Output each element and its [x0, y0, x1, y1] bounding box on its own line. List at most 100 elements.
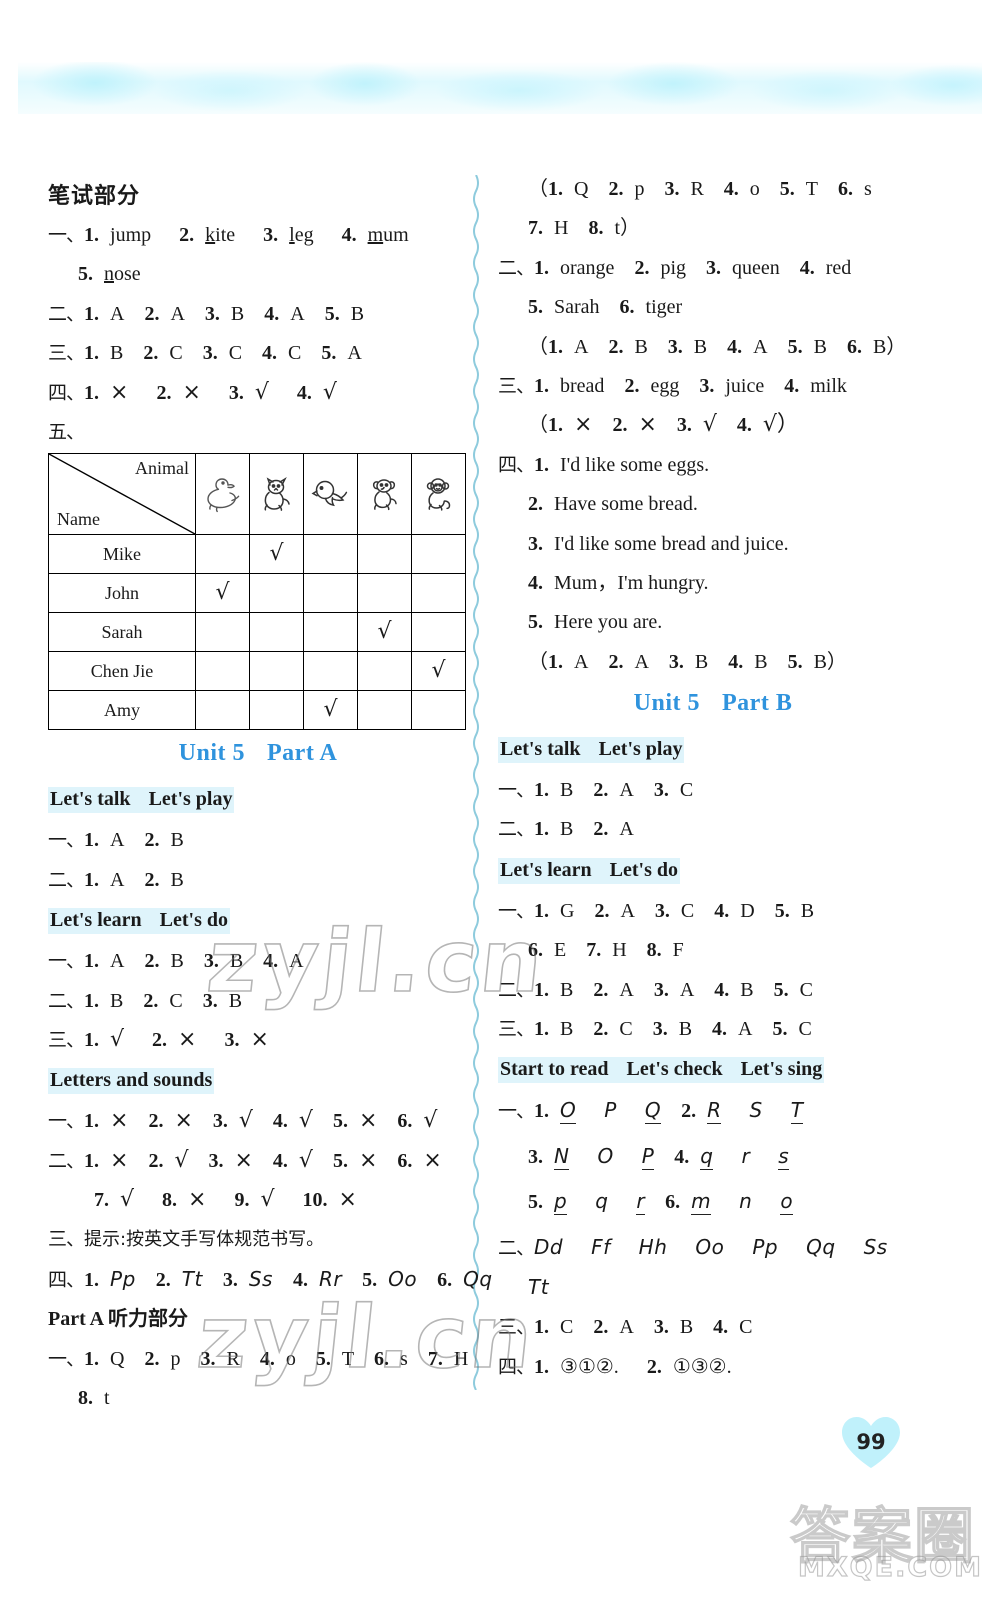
item-number: 7.	[528, 217, 543, 240]
question-label: 一、	[48, 950, 85, 973]
item-answer: Tt	[181, 1266, 203, 1291]
item-answer: B）	[872, 335, 907, 358]
item-number: 3.	[676, 414, 692, 437]
item-answer: A	[620, 899, 635, 922]
item-number: 2.	[608, 178, 624, 200]
item-number: 5.	[528, 611, 543, 634]
item-number: 4.	[259, 1347, 275, 1370]
item-number: 3.	[653, 1316, 669, 1339]
letter-answer: O	[597, 1143, 614, 1168]
sentence-line: 2. Have some bread.	[498, 493, 928, 515]
item-number: 1.	[534, 374, 550, 397]
question-label: 二、	[48, 302, 85, 325]
item-answer: C	[619, 1018, 633, 1041]
item-answer: Pp	[110, 1266, 136, 1291]
item-answer: leg	[289, 224, 314, 246]
item-answer: √	[423, 1108, 438, 1134]
item-number: 5.	[787, 335, 803, 358]
item-number: 5.	[315, 1347, 331, 1370]
item-answer: A	[170, 302, 185, 325]
question-label: 三、	[48, 1228, 85, 1251]
item-answer: C	[228, 342, 243, 365]
item-number: 4.	[264, 302, 280, 325]
item-number: 5.	[332, 1110, 348, 1133]
table-row: Amy √	[48, 690, 466, 731]
item-number: 7.	[586, 939, 602, 962]
item-number: 4.	[263, 950, 279, 973]
item-number: 1.	[534, 1018, 550, 1041]
item-answer: ×	[178, 1026, 197, 1052]
check-cell	[303, 573, 358, 614]
item-answer: p	[634, 178, 645, 200]
item-number: 1.	[84, 381, 100, 404]
item-number: 4.	[736, 414, 752, 437]
check-mark: √	[431, 658, 446, 684]
answer-line-2: 二、1. A 2. A 3. B 4. A 5. B	[48, 303, 468, 325]
question-label: 四、	[48, 381, 85, 404]
letter-pair: Qq	[806, 1234, 836, 1259]
question-label: 三、	[48, 342, 85, 365]
item-number: 3.	[528, 532, 543, 555]
item-number: 1.	[534, 779, 550, 802]
item-answer: B	[560, 818, 574, 841]
check-cell	[303, 534, 358, 575]
letter-answer: n	[739, 1189, 753, 1214]
item-answer: A	[738, 1018, 753, 1041]
check-cell	[249, 573, 304, 614]
item-answer: egg	[650, 374, 680, 397]
item-number: 7.	[94, 1189, 109, 1212]
item-number: 3.	[706, 256, 721, 279]
item-number: 6.	[838, 178, 854, 200]
question-label: 二、	[498, 1236, 535, 1259]
item-number: 2.	[179, 224, 195, 246]
item-answer: ×	[234, 1147, 253, 1173]
item-number: 2.	[646, 1355, 662, 1378]
question-label: 三、	[48, 1028, 85, 1051]
item-number: 6.	[846, 335, 862, 358]
item-number: 4.	[674, 1145, 690, 1168]
item-answer: A	[110, 950, 125, 973]
item-number: 1.	[84, 1149, 100, 1172]
item-answer: C	[169, 342, 183, 365]
item-answer: T	[805, 178, 819, 200]
section-heading-b: Let's do	[609, 858, 678, 881]
item-answer: o	[285, 1347, 296, 1370]
question-label: 四、	[48, 1268, 85, 1291]
item-number: 2.	[144, 950, 160, 973]
item-answer: B	[229, 950, 244, 973]
item-answer: jump	[110, 224, 152, 246]
item-number: 3.	[204, 302, 220, 325]
item-number: 4.	[799, 256, 815, 279]
item-number: 6.	[397, 1149, 413, 1172]
item-answer: ×	[358, 1147, 378, 1173]
item-answer: B	[170, 829, 184, 852]
letter-answer: p	[554, 1189, 568, 1216]
item-answer: √	[254, 379, 269, 405]
item-number: 3.	[653, 978, 669, 1001]
item-answer: kite	[205, 224, 236, 246]
answer-line: 三、1. bread 2. egg 3. juice 4. milk	[498, 375, 928, 397]
student-name: John	[48, 573, 196, 614]
answer-line-4: 四、1. × 2. × 3. √ 4. √	[48, 379, 468, 405]
item-answer: red	[825, 256, 852, 279]
item-answer: I'd like some eggs.	[560, 453, 710, 476]
item-answer: C	[679, 779, 694, 802]
letter-answer-line: 3. N O P 4. q r s	[498, 1143, 928, 1170]
letter-answer: N	[554, 1143, 570, 1170]
answer-line-3: 三、1. B 2. C 3. C 4. C 5. A	[48, 342, 468, 364]
item-number: 10.	[302, 1189, 328, 1212]
item-number: 2.	[593, 978, 609, 1001]
unit-label: Unit 5	[633, 690, 701, 717]
section-header-lets-learn-do: Let's learn Let's do	[498, 857, 680, 884]
animal-survey-table-wrap: Animal Name Mike √ John √ Sarah √ Chen J…	[48, 453, 468, 731]
letter-answer: S	[749, 1098, 763, 1123]
watermark-mxqe: MXQE.COM	[797, 1551, 983, 1583]
item-number: 3.	[200, 1347, 216, 1370]
question-label: 三、	[498, 1018, 535, 1041]
item-answer: juice	[725, 374, 765, 397]
question-label: 一、	[498, 1100, 535, 1123]
question-label: 一、	[48, 224, 85, 246]
item-answer: C	[288, 342, 302, 365]
check-cell: √	[357, 612, 412, 653]
letter-answer: T	[790, 1098, 804, 1125]
